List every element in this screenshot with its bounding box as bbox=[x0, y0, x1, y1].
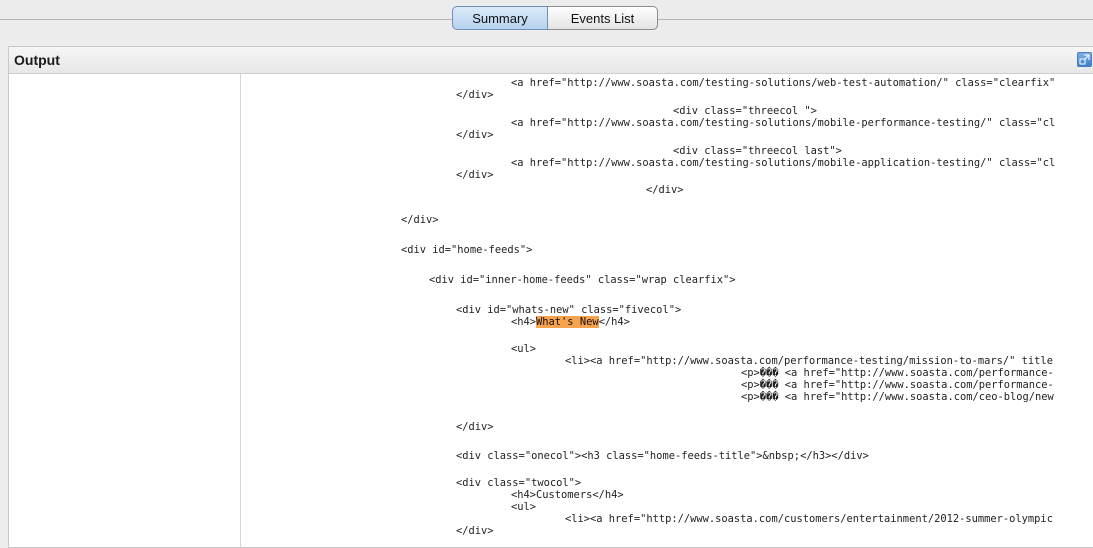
tab-events-list[interactable]: Events List bbox=[548, 6, 658, 30]
code-fragment: <h4> bbox=[511, 316, 537, 328]
tab-bar-divider-right bbox=[658, 19, 1093, 20]
output-panel: Output <a href="http://www.soasta.com/te… bbox=[8, 46, 1093, 548]
search-match-highlight: What's New bbox=[536, 316, 599, 328]
tab-bar: Summary Events List bbox=[0, 0, 1093, 40]
source-code-view[interactable]: <a href="http://www.soasta.com/testing-s… bbox=[241, 74, 1093, 547]
code-line: <div class="threecol "> bbox=[673, 105, 817, 117]
code-line: <p>��� <a href="http://www.soasta.com/pe… bbox=[741, 379, 1054, 391]
view-tabs: Summary Events List bbox=[452, 6, 658, 32]
code-line: <div id="inner-home-feeds" class="wrap c… bbox=[429, 274, 736, 286]
code-line: <div class="twocol"> bbox=[456, 477, 582, 489]
code-line: <a href="http://www.soasta.com/testing-s… bbox=[511, 77, 1056, 89]
code-line: <h4>Customers</h4> bbox=[511, 489, 624, 501]
code-line: <a href="http://www.soasta.com/testing-s… bbox=[511, 117, 1056, 129]
code-line: <li><a href="http://www.soasta.com/perfo… bbox=[565, 355, 1053, 367]
code-line: <p>��� <a href="http://www.soasta.com/ce… bbox=[741, 391, 1054, 403]
panel-title: Output bbox=[14, 52, 60, 68]
code-line: <div class="threecol last"> bbox=[673, 145, 842, 157]
code-line: </div> bbox=[401, 214, 439, 226]
code-line: <ul> bbox=[511, 343, 537, 355]
code-line: </div> bbox=[456, 525, 494, 537]
code-line-highlighted: <h4>What's New</h4> bbox=[511, 316, 630, 328]
code-line: <ul> bbox=[511, 501, 537, 513]
expand-icon[interactable] bbox=[1077, 52, 1092, 67]
code-line: <p>��� <a href="http://www.soasta.com/pe… bbox=[741, 367, 1054, 379]
code-line: </div> bbox=[456, 129, 494, 141]
code-fragment: </h4> bbox=[598, 316, 630, 328]
code-line: </div> bbox=[456, 89, 494, 101]
code-line: <div class="onecol"><h3 class="home-feed… bbox=[456, 450, 869, 462]
output-tree-pane[interactable] bbox=[9, 74, 241, 547]
code-line: <div id="whats-new" class="fivecol"> bbox=[456, 304, 682, 316]
code-line: </div> bbox=[456, 421, 494, 433]
tab-summary[interactable]: Summary bbox=[452, 6, 548, 30]
tab-bar-divider-left bbox=[0, 19, 452, 20]
code-line: </div> bbox=[456, 169, 494, 181]
output-panel-header: Output bbox=[9, 47, 1093, 74]
code-line: <a href="http://www.soasta.com/testing-s… bbox=[511, 157, 1056, 169]
code-line: </div> bbox=[646, 184, 684, 196]
code-line: <li><a href="http://www.soasta.com/custo… bbox=[565, 513, 1053, 525]
code-line: <div id="home-feeds"> bbox=[401, 244, 533, 256]
